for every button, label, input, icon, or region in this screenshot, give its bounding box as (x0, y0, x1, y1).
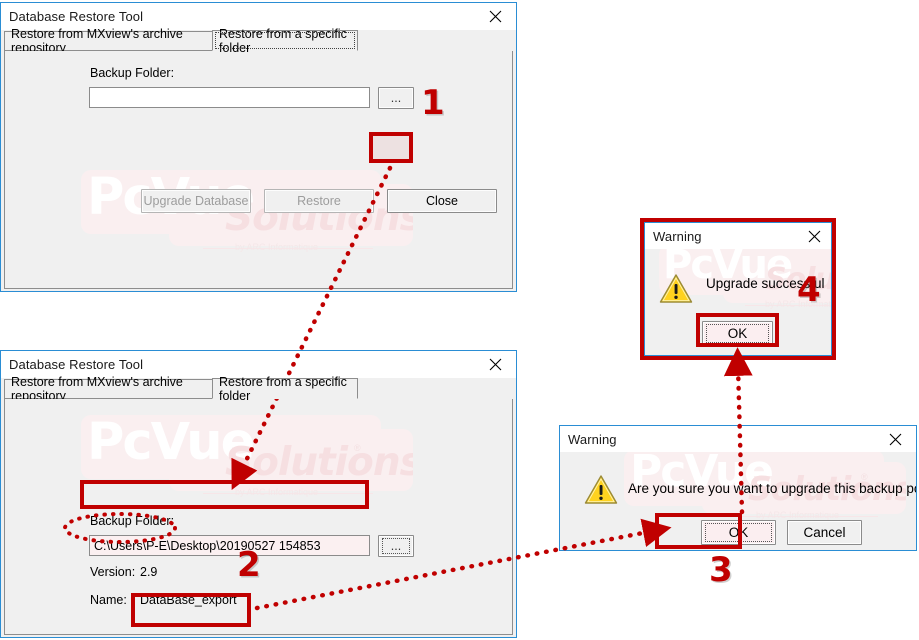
database-restore-tool-window-1[interactable]: Database Restore Tool Restore from MXvie… (0, 2, 517, 292)
warning-message: Are you sure you want to upgrade this ba… (628, 481, 916, 496)
tab-label: Restore from a specific folder (219, 26, 347, 55)
browse-button[interactable]: ... (378, 87, 414, 109)
tab-restore-from-mxview[interactable]: Restore from MXview's archive repository (4, 27, 213, 55)
version-value: 2.9 (140, 565, 158, 579)
backup-folder-input[interactable] (89, 87, 370, 108)
backup-folder-value: C:\Users\P-E\Desktop\20190527 154853 (94, 538, 321, 553)
browse-label: ... (390, 91, 402, 105)
step-number-2: 2 (237, 545, 261, 585)
close-icon[interactable] (797, 223, 831, 249)
tab-restore-from-specific-folder[interactable]: Restore from a specific folder (212, 27, 358, 55)
window-titlebar: Warning (560, 426, 916, 452)
upgrade-database-button[interactable]: Upgrade Database (141, 189, 251, 213)
step-number-1: 1 (421, 83, 445, 123)
close-icon[interactable] (474, 351, 516, 378)
tab-restore-from-specific-folder[interactable]: Restore from a specific folder (212, 375, 358, 403)
step-number-4: 4 (797, 270, 821, 310)
close-icon[interactable] (874, 426, 916, 452)
warning-triangle-icon (584, 475, 618, 504)
backup-folder-input[interactable]: C:\Users\P-E\Desktop\20190527 154853 (89, 535, 370, 556)
ok-button[interactable]: OK (701, 520, 776, 545)
backup-folder-label: Backup Folder: (90, 66, 175, 80)
cancel-button[interactable]: Cancel (787, 520, 862, 545)
window-title: Database Restore Tool (9, 357, 144, 372)
database-restore-tool-window-2[interactable]: Database Restore Tool Restore from MXvie… (0, 350, 517, 638)
browse-button[interactable]: ... (378, 535, 414, 557)
version-label: Version: (90, 565, 136, 579)
window-title: Database Restore Tool (9, 9, 144, 24)
restore-button[interactable]: Restore (264, 189, 374, 213)
window-titlebar: Warning (645, 223, 831, 249)
watermark-brand: PcVue (87, 415, 255, 472)
name-label: Name: (90, 593, 127, 607)
close-icon[interactable] (474, 3, 516, 30)
tabstrip[interactable]: Restore from MXview's archive repository… (4, 375, 513, 403)
watermark-byline: by ARC Informatique (235, 487, 319, 497)
button-label: Upgrade Database (143, 194, 249, 208)
warning-triangle-icon (659, 274, 693, 303)
ok-button[interactable]: OK (702, 321, 773, 346)
tabstrip[interactable]: Restore from MXview's archive repository… (4, 27, 513, 55)
button-label: Close (426, 194, 458, 208)
watermark-registered: ® (354, 443, 361, 453)
tab-restore-from-mxview[interactable]: Restore from MXview's archive repository (4, 375, 213, 403)
watermark-byline: by ARC Informatique (235, 242, 319, 252)
window-title: Warning (568, 431, 617, 447)
close-button[interactable]: Close (387, 189, 497, 213)
button-label: Cancel (803, 525, 846, 540)
warning-confirm-dialog[interactable]: Warning PcVue Solutions ® by ARC Informa… (559, 425, 917, 551)
pcvue-watermark: PcVue Solutions ® by ARC Informatique (73, 415, 413, 501)
pcvue-watermark: PcVue Solutions ® by ARC Informatique (73, 170, 413, 256)
tab-label: Restore from a specific folder (219, 374, 347, 403)
backup-folder-label: Backup Folder: (90, 514, 175, 528)
window-title: Warning (653, 228, 702, 244)
button-label: Restore (297, 194, 341, 208)
watermark-byline: by ARC Informatique (756, 510, 840, 520)
watermark-product: Solutions (225, 440, 413, 485)
tab-page: PcVue Solutions ® by ARC Informatique Ba… (4, 399, 513, 635)
step-number-3: 3 (709, 550, 733, 590)
name-value: DataBase_export (140, 593, 237, 607)
